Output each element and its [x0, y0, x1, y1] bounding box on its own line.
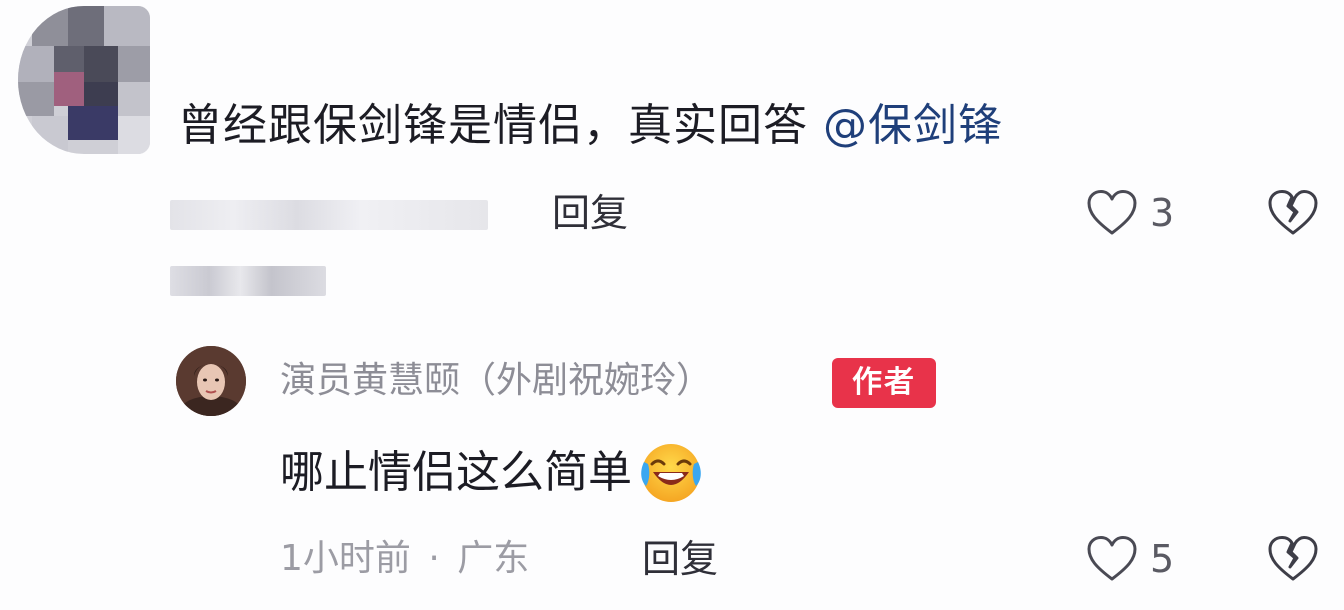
blurred-meta-bar: [170, 200, 488, 230]
author-badge: 作者: [832, 358, 936, 408]
comment-thread: 曾经跟保剑锋是情侣，真实回答 @保剑锋 回复 3 演员黄慧颐（外剧祝婉玲） 作者…: [0, 0, 1344, 610]
laughing-crying-emoji: [641, 444, 701, 502]
meta-separator: ·: [428, 538, 440, 579]
reply-button[interactable]: 回复: [642, 534, 718, 584]
like-count: 3: [1150, 191, 1175, 235]
dislike-button[interactable]: [1266, 534, 1320, 588]
like-count: 5: [1150, 537, 1175, 581]
reply-meta: 1小时前 · 广东: [280, 534, 529, 584]
author-reply-text: 哪止情侣这么简单: [280, 440, 704, 506]
heart-outline-icon: [1087, 536, 1137, 581]
comment-text: 曾经跟保剑锋是情侣，真实回答 @保剑锋: [178, 96, 1003, 156]
broken-heart-icon: [1268, 536, 1318, 581]
reply-time: 1小时前: [280, 538, 411, 579]
like-button[interactable]: 3: [1086, 188, 1174, 238]
reply-body: 哪止情侣这么简单: [280, 447, 632, 498]
author-avatar[interactable]: [176, 346, 246, 416]
reply-button[interactable]: 回复: [552, 188, 628, 238]
author-portrait-icon: [176, 346, 246, 416]
reply-location: 广东: [457, 538, 530, 579]
broken-heart-icon: [1268, 190, 1318, 235]
dislike-button[interactable]: [1266, 188, 1320, 242]
author-name[interactable]: 演员黄慧颐（外剧祝婉玲）: [280, 356, 712, 406]
blurred-reply-count-bar: [170, 266, 326, 296]
comment-body: 曾经跟保剑锋是情侣，真实回答: [178, 100, 808, 151]
heart-outline-icon: [1087, 190, 1137, 235]
commenter-avatar-blurred[interactable]: [18, 6, 150, 154]
like-button[interactable]: 5: [1086, 534, 1174, 584]
mention-link[interactable]: @保剑锋: [823, 100, 1003, 151]
